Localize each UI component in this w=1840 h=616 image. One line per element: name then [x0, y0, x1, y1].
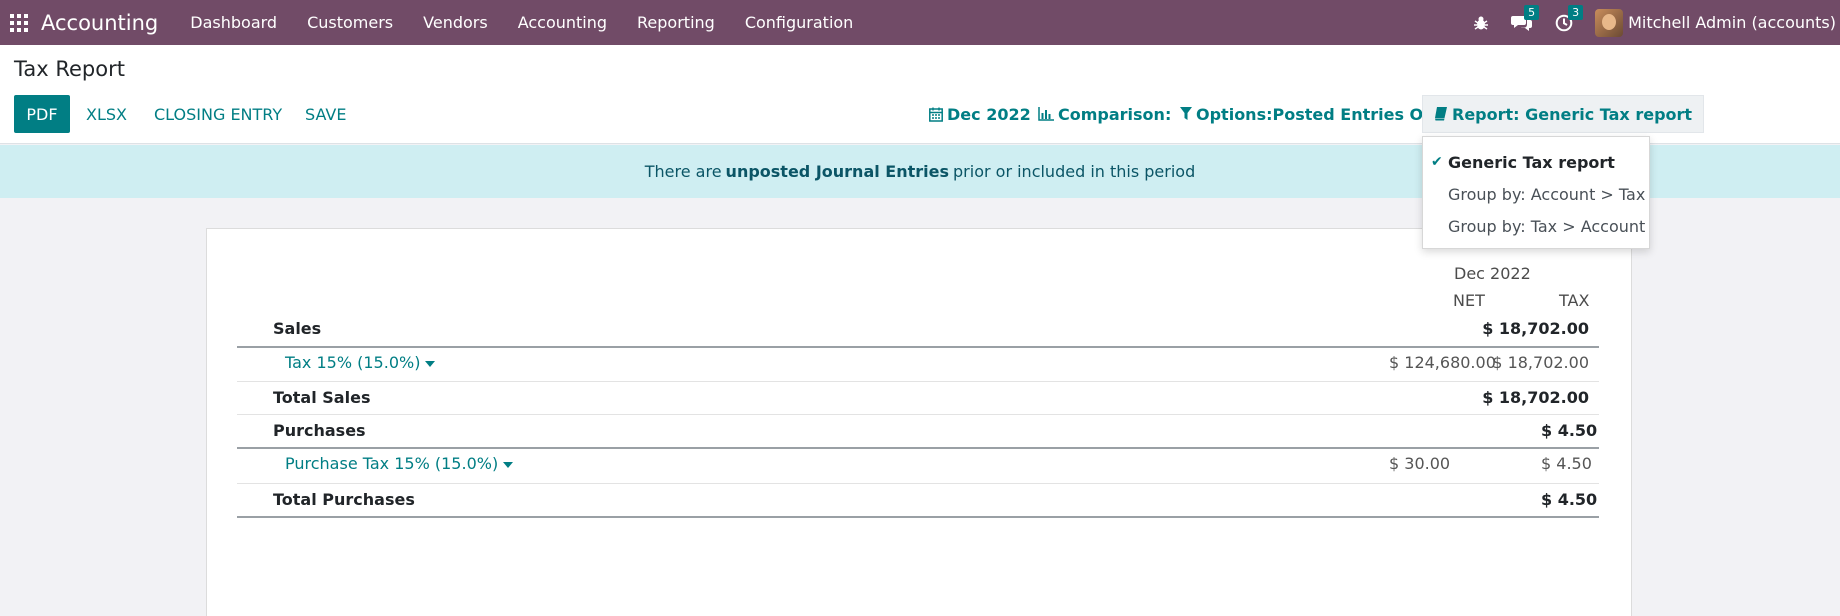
- alert-suffix: prior or included in this period: [953, 162, 1196, 181]
- avatar: [1595, 8, 1624, 37]
- check-icon: ✔: [1431, 154, 1443, 170]
- report-variant-dropdown: ✔ Generic Tax report Group by: Account >…: [1422, 136, 1650, 249]
- tax-line-link[interactable]: Tax 15% (15.0%): [285, 353, 436, 372]
- row-label: Total Purchases: [273, 490, 415, 509]
- menu-dashboard[interactable]: Dashboard: [175, 13, 292, 32]
- xlsx-button[interactable]: XLSX: [86, 95, 127, 133]
- row-tax: $ 18,702.00: [1482, 388, 1589, 407]
- menu-reporting[interactable]: Reporting: [622, 13, 730, 32]
- dropdown-item-label: Generic Tax report: [1448, 152, 1615, 172]
- app-brand[interactable]: Accounting: [41, 11, 158, 35]
- closing-entry-button[interactable]: CLOSING ENTRY: [154, 95, 282, 133]
- messages-button[interactable]: 5: [1511, 4, 1540, 32]
- dropdown-item-label: Group by: Tax > Account: [1448, 216, 1646, 236]
- systray: 5 3 Mitchell Admin (accounts): [1473, 0, 1840, 45]
- options-filter-label: Options:Posted Entries Only: [1196, 104, 1451, 124]
- report-row-purchases: Purchases $ 4.50: [237, 414, 1599, 447]
- activities-button[interactable]: 3: [1555, 4, 1584, 32]
- row-tax: $ 4.50: [1541, 490, 1598, 509]
- menu-customers[interactable]: Customers: [292, 13, 408, 32]
- report-sheet: Dec 2022 NET TAX Sales $ 18,702.00 Tax 1…: [206, 228, 1632, 616]
- calendar-icon: [929, 107, 943, 122]
- menu-configuration[interactable]: Configuration: [730, 13, 869, 32]
- date-filter-label: Dec 2022: [947, 104, 1031, 124]
- row-net: $ 30.00: [1389, 454, 1451, 473]
- dropdown-item-generic-tax-report[interactable]: ✔ Generic Tax report: [1423, 147, 1649, 177]
- control-panel: Tax Report PDF XLSX CLOSING ENTRY SAVE D…: [0, 45, 1840, 144]
- comparison-filter-button[interactable]: Comparison:: [1038, 95, 1171, 133]
- dropdown-item-group-account-tax[interactable]: Group by: Account > Tax: [1423, 179, 1649, 209]
- period-header: Dec 2022: [1454, 264, 1531, 283]
- messages-count-badge: 5: [1524, 4, 1540, 20]
- debug-bug-icon[interactable]: [1473, 15, 1489, 31]
- save-button[interactable]: SAVE: [305, 95, 346, 133]
- dropdown-item-group-tax-account[interactable]: Group by: Tax > Account: [1423, 211, 1649, 241]
- row-tax: $ 18,702.00: [1492, 353, 1589, 372]
- report-row-tax-15: Tax 15% (15.0%) $ 124,680.00 $ 18,702.00: [237, 346, 1599, 379]
- row-label: Purchase Tax 15% (15.0%): [285, 454, 499, 473]
- row-tax: $ 4.50: [1541, 421, 1598, 440]
- main-menu: Dashboard Customers Vendors Accounting R…: [175, 13, 868, 32]
- user-name: Mitchell Admin (accounts): [1628, 13, 1836, 32]
- row-label: Tax 15% (15.0%): [285, 353, 421, 372]
- app-menu-icon[interactable]: [10, 13, 28, 32]
- comparison-filter-label: Comparison:: [1058, 104, 1172, 124]
- dropdown-item-label: Group by: Account > Tax: [1448, 184, 1646, 204]
- report-row-sales: Sales $ 18,702.00: [237, 312, 1599, 345]
- net-column-header: NET: [1453, 291, 1485, 310]
- tax-column-header: TAX: [1559, 291, 1590, 310]
- row-label: Total Sales: [273, 388, 371, 407]
- row-label: Purchases: [273, 421, 366, 440]
- options-filter-button[interactable]: Options:Posted Entries Only: [1180, 95, 1450, 133]
- caret-down-icon: [503, 461, 514, 468]
- user-menu[interactable]: Mitchell Admin (accounts): [1595, 8, 1836, 37]
- caret-down-icon: [425, 360, 436, 367]
- menu-accounting[interactable]: Accounting: [503, 13, 622, 32]
- report-row-purchase-tax-15: Purchase Tax 15% (15.0%) $ 30.00 $ 4.50: [237, 447, 1599, 480]
- row-label: Sales: [273, 319, 322, 338]
- report-variant-label: Report: Generic Tax report: [1452, 104, 1693, 124]
- top-navbar: Accounting Dashboard Customers Vendors A…: [0, 0, 1840, 45]
- unposted-entries-link[interactable]: unposted Journal Entries: [726, 162, 949, 181]
- report-variant-button[interactable]: Report: Generic Tax report: [1422, 95, 1705, 133]
- pdf-button[interactable]: PDF: [14, 95, 70, 133]
- report-row-total-purchases: Total Purchases $ 4.50: [237, 483, 1599, 516]
- row-separator: [237, 516, 1599, 518]
- date-filter-button[interactable]: Dec 2022: [929, 95, 1031, 133]
- alert-prefix: There are: [644, 162, 722, 181]
- book-icon: [1435, 107, 1447, 121]
- activities-count-badge: 3: [1568, 4, 1584, 20]
- bar-chart-icon: [1038, 107, 1054, 121]
- page-title: Tax Report: [14, 57, 125, 81]
- purchase-tax-line-link[interactable]: Purchase Tax 15% (15.0%): [285, 454, 514, 473]
- report-row-total-sales: Total Sales $ 18,702.00: [237, 381, 1599, 414]
- row-tax: $ 4.50: [1541, 454, 1592, 473]
- row-tax: $ 18,702.00: [1482, 319, 1589, 338]
- row-net: $ 124,680.00: [1389, 353, 1496, 372]
- menu-vendors[interactable]: Vendors: [408, 13, 503, 32]
- funnel-icon: [1180, 107, 1192, 120]
